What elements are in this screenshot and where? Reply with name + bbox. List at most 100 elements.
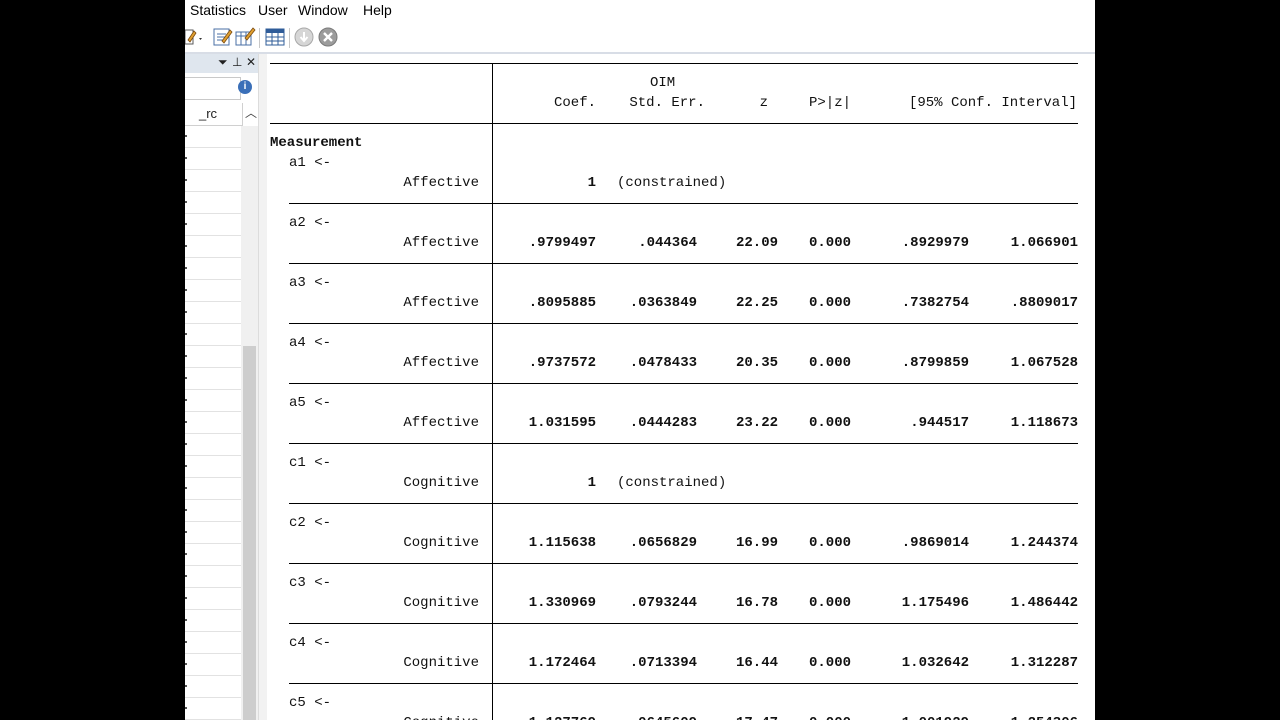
- cell-ci-lower: .944517: [910, 415, 969, 431]
- cell-p: 0.000: [808, 355, 851, 371]
- variable-row[interactable]: [185, 434, 241, 456]
- cell-std-err: .0478433: [629, 355, 697, 371]
- filter-icon[interactable]: ⏷: [218, 55, 228, 70]
- variable-row[interactable]: [185, 478, 241, 500]
- vertical-scrollbar[interactable]: [241, 126, 258, 720]
- header-std-err: Std. Err.: [629, 95, 705, 111]
- panel-header: ⏷ ⊥ ✕: [185, 54, 260, 73]
- menu-help[interactable]: Help: [363, 2, 392, 18]
- row-item-label: c4 <-: [289, 635, 332, 651]
- cell-z: 22.25: [735, 295, 778, 311]
- cell-coef: 1: [587, 175, 596, 191]
- cell-std-err: .0444283: [629, 415, 697, 431]
- variable-row[interactable]: [185, 412, 241, 434]
- variable-filter-input[interactable]: [185, 77, 241, 100]
- row-item-label: a3 <-: [289, 275, 332, 291]
- cell-p: 0.000: [808, 655, 851, 671]
- variable-column-header[interactable]: _rc: [185, 103, 243, 126]
- cell-p: 0.000: [773, 714, 851, 720]
- chevron-up-icon[interactable]: ︿: [245, 104, 257, 121]
- cell-p: 0.000: [808, 595, 851, 611]
- cell-std-err: .0793244: [629, 595, 697, 611]
- cell-coef: .9737572: [528, 355, 596, 371]
- section-label: Measurement: [270, 135, 363, 151]
- menu-window[interactable]: Window: [298, 2, 348, 18]
- variable-row[interactable]: [185, 544, 241, 566]
- variable-row[interactable]: [185, 588, 241, 610]
- row-factor-label: Cognitive: [403, 595, 479, 611]
- close-icon[interactable]: ✕: [246, 55, 256, 69]
- variable-row[interactable]: [185, 192, 241, 214]
- row-separator: [289, 683, 1078, 684]
- variable-row[interactable]: [185, 236, 241, 258]
- variable-row[interactable]: [185, 346, 241, 368]
- variable-row[interactable]: [185, 676, 241, 698]
- row-factor-label: Affective: [403, 415, 479, 431]
- variable-row[interactable]: [185, 368, 241, 390]
- cell-constrained: (constrained): [617, 475, 727, 491]
- cell-ci-upper: 1.254306: [967, 714, 1078, 720]
- cell-ci-upper: 1.244374: [1010, 535, 1078, 551]
- cell-std-err: .0713394: [629, 655, 697, 671]
- cell-coef: 1.330969: [528, 595, 596, 611]
- variable-row[interactable]: [185, 566, 241, 588]
- row-item-label: a2 <-: [289, 215, 332, 231]
- row-item-label: a5 <-: [289, 395, 332, 411]
- pin-icon[interactable]: ⊥: [232, 55, 242, 69]
- table-top-rule: [270, 63, 1078, 64]
- do-file-editor-icon[interactable]: [211, 26, 233, 48]
- more-icon[interactable]: [293, 26, 315, 48]
- row-separator: [289, 503, 1078, 504]
- header-z: z: [759, 95, 768, 111]
- info-icon[interactable]: i: [238, 80, 252, 94]
- variable-row[interactable]: [185, 126, 241, 148]
- cell-std-err: .0656829: [629, 535, 697, 551]
- cell-ci-lower: .7382754: [901, 295, 969, 311]
- row-item-label: c3 <-: [289, 575, 332, 591]
- variable-row[interactable]: [185, 522, 241, 544]
- column-label: _rc: [199, 106, 218, 121]
- edit-icon[interactable]: [185, 26, 205, 48]
- variable-row[interactable]: [185, 698, 241, 720]
- variable-row[interactable]: [185, 170, 241, 192]
- cell-z: 16.78: [735, 595, 778, 611]
- menu-statistics[interactable]: Statistics: [190, 2, 246, 18]
- variable-row[interactable]: [185, 654, 241, 676]
- variable-row[interactable]: [185, 610, 241, 632]
- variable-row[interactable]: [185, 302, 241, 324]
- variable-row[interactable]: [185, 280, 241, 302]
- cell-z: 17.47: [708, 714, 778, 720]
- variable-row[interactable]: [185, 324, 241, 346]
- cell-z: 16.99: [735, 535, 778, 551]
- variable-row[interactable]: [185, 148, 241, 170]
- row-factor-label: Affective: [403, 235, 479, 251]
- cell-ci-lower: 1.032642: [901, 655, 969, 671]
- toolbar-separator: [289, 28, 290, 48]
- cell-ci-upper: 1.066901: [1010, 235, 1078, 251]
- header-p: P>|z|: [808, 95, 851, 111]
- cell-z: 20.35: [735, 355, 778, 371]
- row-separator: [289, 623, 1078, 624]
- scrollbar-thumb[interactable]: [243, 346, 256, 720]
- row-factor-label: Cognitive: [403, 655, 479, 671]
- cell-ci-lower: .9869014: [901, 535, 969, 551]
- cell-p: 0.000: [808, 235, 851, 251]
- variable-row[interactable]: [185, 632, 241, 654]
- cell-ci-upper: 1.312287: [1010, 655, 1078, 671]
- variable-row[interactable]: [185, 258, 241, 280]
- cell-coef: 1.031595: [528, 415, 596, 431]
- variable-row[interactable]: [185, 390, 241, 412]
- variable-row[interactable]: [185, 456, 241, 478]
- stata-window: Statistics User Window Help ⏷ ⊥ ✕ i _rc …: [185, 0, 1095, 720]
- cell-ci-upper: .8809017: [1010, 295, 1078, 311]
- break-icon[interactable]: [317, 26, 339, 48]
- header-conf-interval: [95% Conf. Interval]: [908, 95, 1077, 111]
- data-editor-icon[interactable]: [234, 26, 256, 48]
- variable-row[interactable]: [185, 500, 241, 522]
- row-separator: [289, 563, 1078, 564]
- data-browser-icon[interactable]: [264, 26, 286, 48]
- toolbar: [185, 22, 1095, 54]
- variable-row[interactable]: [185, 214, 241, 236]
- cell-ci-upper: 1.067528: [1010, 355, 1078, 371]
- menu-user[interactable]: User: [258, 2, 288, 18]
